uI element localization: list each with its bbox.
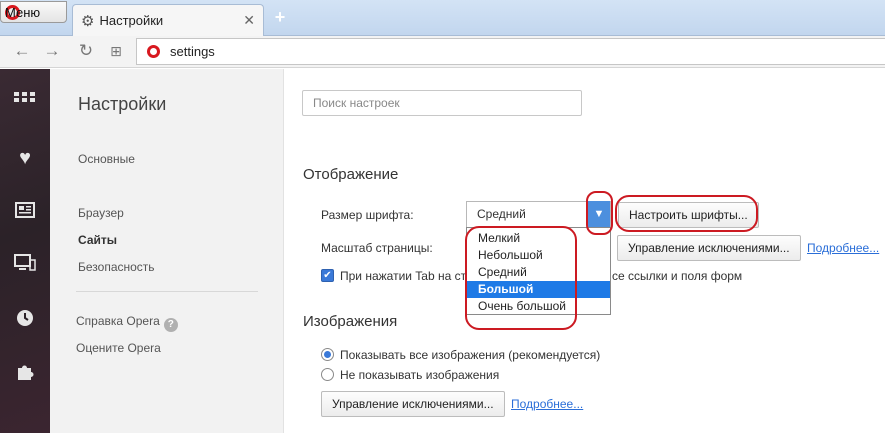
settings-main: Отображение Размер шрифта: Средний ▼ Нас… xyxy=(285,69,885,433)
font-option[interactable]: Небольшой xyxy=(467,247,610,264)
history-icon[interactable] xyxy=(13,308,37,332)
search-settings-input[interactable] xyxy=(302,90,582,116)
address-bar[interactable]: settings xyxy=(136,38,885,65)
image-exceptions-button[interactable]: Управление исключениями... xyxy=(321,391,505,417)
tab-navigation-checkbox[interactable]: ✔ xyxy=(321,269,334,282)
speed-dial-icon[interactable] xyxy=(13,92,37,116)
font-option[interactable]: Средний xyxy=(467,264,610,281)
tab-settings[interactable]: ⚙ Настройки ✕ xyxy=(72,4,264,36)
customize-fonts-button[interactable]: Настроить шрифты... xyxy=(618,202,759,228)
new-tab-button[interactable]: + xyxy=(271,8,289,26)
devices-icon[interactable] xyxy=(13,254,37,278)
nav-item-sites[interactable]: Сайты xyxy=(78,233,117,247)
navigation-bar: ← → ↻ ⊞ settings xyxy=(0,36,885,68)
back-arrow-icon[interactable]: ← xyxy=(12,41,32,61)
opera-address-icon xyxy=(147,45,160,58)
section-title-display: Отображение xyxy=(303,166,399,183)
font-option[interactable]: Мелкий xyxy=(467,230,610,247)
font-size-dropdown[interactable]: Мелкий Небольшой Средний Большой Очень б… xyxy=(466,227,611,315)
nav-item-browser[interactable]: Браузер xyxy=(78,206,124,220)
reload-icon[interactable]: ↻ xyxy=(76,41,96,61)
images-more-link[interactable]: Подробнее... xyxy=(511,397,583,411)
page-zoom-label: Масштаб страницы: xyxy=(321,241,433,255)
settings-navigation: Настройки Основные Браузер Сайты Безопас… xyxy=(50,69,284,433)
address-text: settings xyxy=(170,44,215,59)
show-images-radio[interactable] xyxy=(321,348,334,361)
tab-navigation-label-tail: се ссылки и поля форм xyxy=(612,269,743,283)
opera-menu-button[interactable]: Меню xyxy=(0,1,67,23)
show-images-label: Показывать все изображения (рекомендуетс… xyxy=(340,348,601,362)
settings-heading: Настройки xyxy=(78,94,167,114)
forward-arrow-icon[interactable]: → xyxy=(42,41,62,61)
extensions-icon[interactable] xyxy=(13,362,37,386)
hide-images-radio[interactable] xyxy=(321,368,334,381)
font-option[interactable]: Очень большой xyxy=(467,298,610,315)
help-icon: ? xyxy=(163,318,178,332)
zoom-more-link[interactable]: Подробнее... xyxy=(807,241,879,255)
tab-navigation-label: При нажатии Tab на ст xyxy=(340,269,467,283)
close-tab-icon[interactable]: ✕ xyxy=(243,12,255,29)
help-label: Справка Opera xyxy=(76,314,160,328)
speed-dial-grid-icon[interactable]: ⊞ xyxy=(106,41,126,61)
hide-images-label: Не показывать изображения xyxy=(340,368,500,382)
font-option-highlighted[interactable]: Большой xyxy=(467,281,610,298)
font-size-value: Средний xyxy=(477,207,526,221)
nav-help-link[interactable]: Справка Opera? xyxy=(76,314,178,332)
nav-divider xyxy=(76,291,258,292)
nav-item-security[interactable]: Безопасность xyxy=(78,260,155,274)
zoom-exceptions-button[interactable]: Управление исключениями... xyxy=(617,235,801,261)
nav-rate-link[interactable]: Оцените Opera xyxy=(76,341,161,355)
menu-label: Меню xyxy=(5,4,41,20)
tab-title: Настройки xyxy=(99,13,164,28)
font-size-label: Размер шрифта: xyxy=(321,208,414,222)
news-icon[interactable] xyxy=(13,200,37,224)
chevron-down-icon[interactable]: ▼ xyxy=(588,201,610,228)
gear-icon: ⚙ xyxy=(81,12,95,30)
section-title-images: Изображения xyxy=(303,313,398,330)
opera-sidebar: ♥ xyxy=(0,69,50,433)
heart-icon[interactable]: ♥ xyxy=(13,146,37,170)
nav-item-basic[interactable]: Основные xyxy=(78,152,135,166)
font-size-select[interactable]: Средний ▼ xyxy=(466,201,611,228)
tab-bar: Меню ⚙ Настройки ✕ + xyxy=(0,0,885,36)
